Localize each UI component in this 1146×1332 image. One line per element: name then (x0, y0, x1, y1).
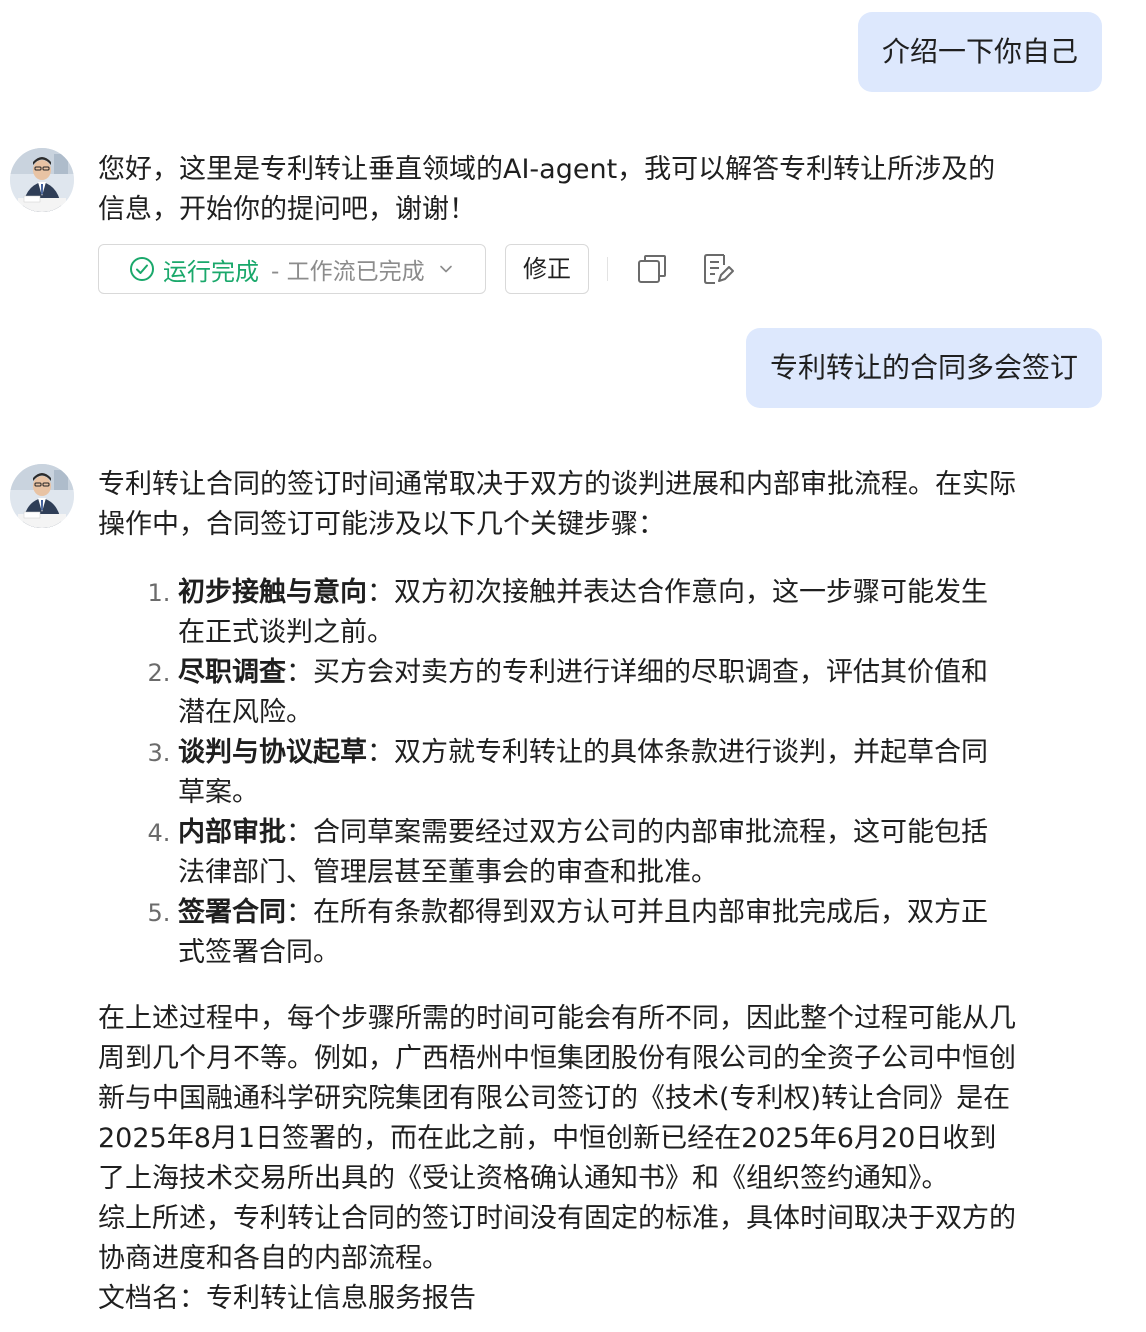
list-item: 尽职调查：买方会对卖方的专利进行详细的尽职调查，评估其价值和潜在风险。 (178, 653, 990, 733)
assistant-avatar (10, 148, 74, 212)
assistant-paragraph: 文档名：专利转让信息服务报告 (98, 1283, 476, 1314)
workflow-status-dropdown[interactable]: 运行完成 - 工作流已完成 (98, 244, 486, 294)
status-detail: - 工作流已完成 (271, 259, 425, 285)
step-title: 内部审批 (178, 817, 286, 848)
assistant-intro: 专利转让合同的签订时间通常取决于双方的谈判进展和内部审批流程。在实际操作中，合同… (98, 469, 1016, 540)
user-message-bubble: 介绍一下你自己 (857, 12, 1102, 92)
assistant-message: 您好，这里是专利转让垂直领域的AI-agent，我可以解答专利转让所涉及的信息，… (98, 150, 998, 230)
list-item: 初步接触与意向：双方初次接触并表达合作意向，这一步骤可能发生在正式谈判之前。 (178, 573, 990, 653)
list-item: 谈判与协议起草：双方就专利转让的具体条款进行谈判，并起草合同草案。 (178, 733, 990, 813)
avatar-illustration (10, 464, 74, 528)
step-text: ：合同草案需要经过双方公司的内部审批流程，这可能包括法律部门、管理层甚至董事会的… (178, 817, 988, 888)
step-text: ：买方会对卖方的专利进行详细的尽职调查，评估其价值和潜在风险。 (178, 657, 988, 728)
assistant-avatar (10, 464, 74, 528)
step-title: 初步接触与意向 (178, 577, 367, 608)
avatar-illustration (10, 148, 74, 212)
list-item: 内部审批：合同草案需要经过双方公司的内部审批流程，这可能包括法律部门、管理层甚至… (178, 813, 990, 893)
chat-page: 介绍一下你自己 您好，这里是专利转让垂直领域的AI-agent，我可以解答专利转… (0, 0, 1146, 1332)
step-title: 签署合同 (178, 897, 286, 928)
user-message-bubble: 专利转让的合同多会签订 (745, 328, 1102, 408)
steps-list: 初步接触与意向：双方初次接触并表达合作意向，这一步骤可能发生在正式谈判之前。 尽… (98, 573, 990, 973)
chevron-down-icon (437, 260, 455, 278)
step-title: 谈判与协议起草 (178, 737, 367, 768)
check-circle-icon (129, 256, 155, 282)
assistant-message: 专利转让合同的签订时间通常取决于双方的谈判进展和内部审批流程。在实际操作中，合同… (98, 465, 1018, 1319)
divider (607, 257, 608, 281)
list-item: 签署合同：在所有条款都得到双方认可并且内部审批完成后，双方正式签署合同。 (178, 893, 990, 973)
edit-note-icon[interactable] (699, 250, 737, 288)
step-title: 尽职调查 (178, 657, 286, 688)
assistant-paragraph: 综上所述，专利转让合同的签订时间没有固定的标准，具体时间取决于双方的协商进度和各… (98, 1203, 1016, 1274)
step-text: ：在所有条款都得到双方认可并且内部审批完成后，双方正式签署合同。 (178, 897, 988, 968)
status-label: 运行完成 (163, 257, 259, 286)
copy-icon[interactable] (633, 250, 671, 288)
assistant-paragraph: 在上述过程中，每个步骤所需的时间可能会有所不同，因此整个过程可能从几周到几个月不… (98, 1003, 1016, 1194)
assistant-message-text: 您好，这里是专利转让垂直领域的AI-agent，我可以解答专利转让所涉及的信息，… (98, 154, 996, 225)
fix-button[interactable]: 修正 (505, 244, 589, 294)
